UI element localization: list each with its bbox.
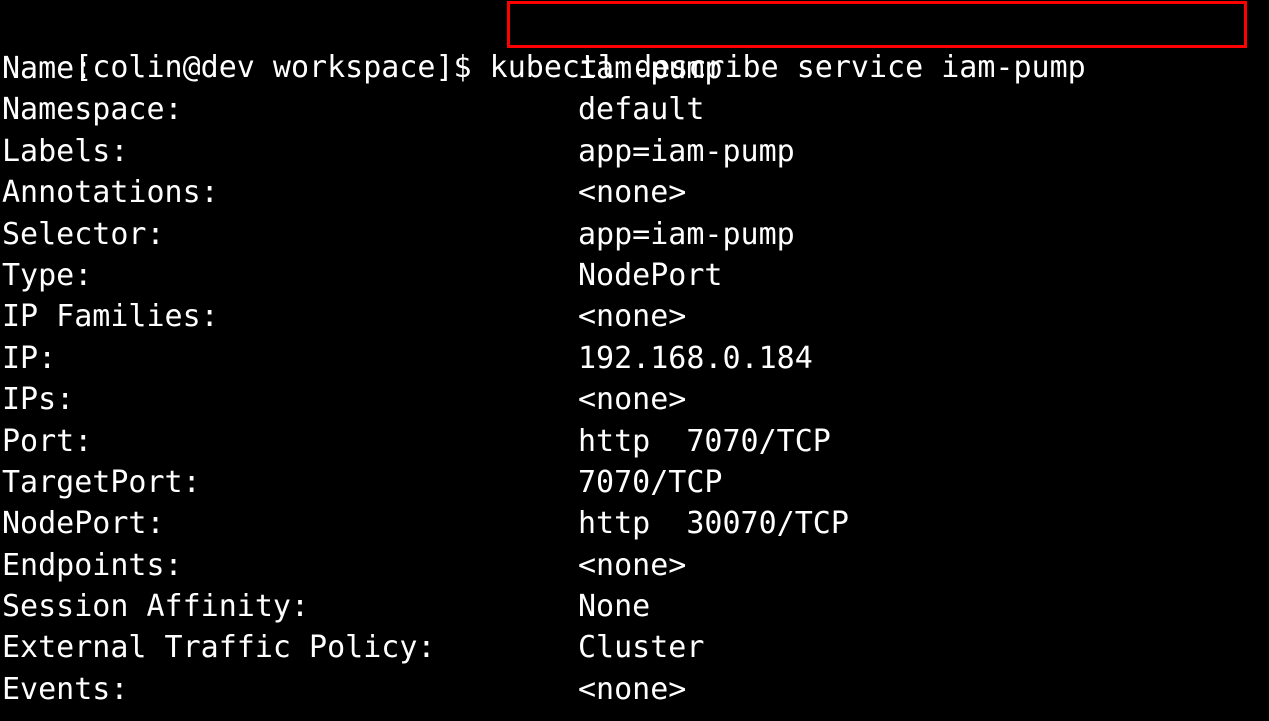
terminal-prompt-line: [colin@dev workspace]$ kubectl describe … [0,0,1269,48]
output-row-key: Name: [2,48,578,89]
output-row: IP:192.168.0.184 [0,338,1269,379]
output-row: Events:<none> [0,669,1269,710]
output-row-key: IP: [2,338,578,379]
output-row: Port:http 7070/TCP [0,421,1269,462]
output-row: Namespace:default [0,89,1269,130]
output-row: Type:NodePort [0,255,1269,296]
output-row-key: Endpoints: [2,545,578,586]
output-row-value: None [578,586,650,627]
terminal-screen[interactable]: [colin@dev workspace]$ kubectl describe … [0,0,1269,721]
output-row-value: http 30070/TCP [578,503,849,544]
output-row: Session Affinity:None [0,586,1269,627]
output-row-key: NodePort: [2,503,578,544]
output-row-value: <none> [578,296,686,337]
output-row-key: Selector: [2,214,578,255]
command-output: Name:iam-pumpNamespace:defaultLabels:app… [0,48,1269,710]
output-row-value: 7070/TCP [578,462,723,503]
output-row-value: <none> [578,172,686,213]
output-row-key: IPs: [2,379,578,420]
output-row-value: <none> [578,545,686,586]
output-row-value: NodePort [578,255,723,296]
output-row: NodePort:http 30070/TCP [0,503,1269,544]
output-row: Annotations:<none> [0,172,1269,213]
output-row-key: Type: [2,255,578,296]
output-row-value: <none> [578,379,686,420]
output-row-value: <none> [578,669,686,710]
output-row: Endpoints:<none> [0,545,1269,586]
output-row-value: app=iam-pump [578,131,795,172]
output-row-key: Labels: [2,131,578,172]
output-row: Labels:app=iam-pump [0,131,1269,172]
output-row-value: http 7070/TCP [578,421,831,462]
output-row-value: default [578,89,704,130]
output-row-key: Annotations: [2,172,578,213]
output-row: External Traffic Policy:Cluster [0,627,1269,668]
output-row-value: 192.168.0.184 [578,338,813,379]
output-row-value: app=iam-pump [578,214,795,255]
output-row-key: TargetPort: [2,462,578,503]
output-row-key: Namespace: [2,89,578,130]
output-row-value: iam-pump [578,48,723,89]
output-row: IPs:<none> [0,379,1269,420]
output-row-key: Session Affinity: [2,586,578,627]
output-row: TargetPort:7070/TCP [0,462,1269,503]
output-row: Name:iam-pump [0,48,1269,89]
output-row-value: Cluster [578,627,704,668]
output-row-key: External Traffic Policy: [2,627,578,668]
output-row-key: Events: [2,669,578,710]
output-row: Selector:app=iam-pump [0,214,1269,255]
output-row-key: IP Families: [2,296,578,337]
output-row-key: Port: [2,421,578,462]
output-row: IP Families:<none> [0,296,1269,337]
